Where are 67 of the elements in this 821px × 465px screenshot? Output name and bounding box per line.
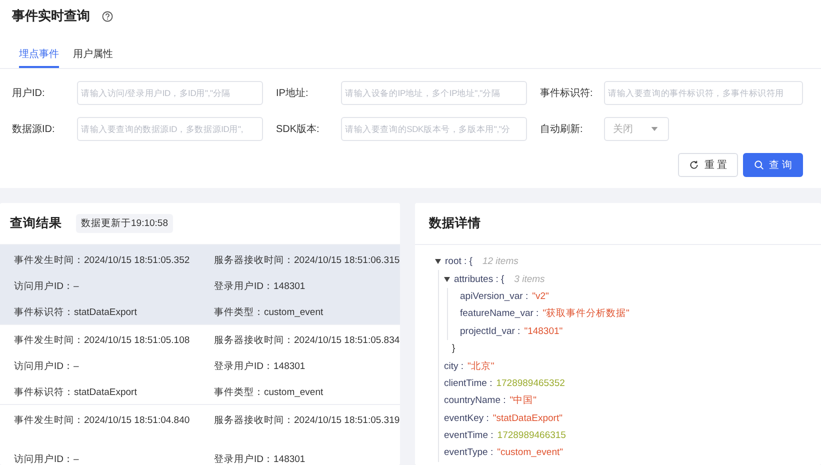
field-label: IP地址: [276, 86, 310, 100]
field-label: 数据源ID: [12, 123, 56, 136]
tab[interactable]: 埋点事件 [19, 47, 59, 68]
field-label: 事件标识符: [540, 86, 594, 100]
item-count: 12 items [482, 256, 518, 268]
record-field: 服务器接收时间：2024/10/15 18:51:05.834 [214, 335, 400, 352]
result-record[interactable]: 事件发生时间：2024/10/15 18:51:05.108 服务器接收时间：2024/10/15 18:51:05.834 访问用户ID：– 登录用户ID：148301 事件标识符：statDataExport 事件类型：custom_event [0, 325, 400, 405]
json-key: eventKey : [444, 412, 489, 424]
record-field: 事件类型：custom_event [214, 387, 400, 404]
json-value: 1728989466315 [497, 430, 566, 442]
record-field: 服务器接收时间：2024/10/15 18:51:06.315 [214, 255, 400, 272]
json-value: "中国" [510, 394, 537, 408]
record-field: 访问用户ID：– [14, 361, 214, 378]
collapse-triangle-icon[interactable] [444, 276, 450, 282]
json-value: "148301" [524, 326, 563, 337]
input-field[interactable]: 请输入设备的IP地址，多个IP地址","分隔 [341, 81, 527, 105]
item-count: 3 items [514, 274, 545, 285]
json-value: "北京" [468, 360, 494, 373]
input-field[interactable]: 请输入要查询的事件标识符，多事件标识符用 [604, 81, 803, 105]
json-value: "custom_event" [497, 447, 564, 458]
json-key: projectId_var : [460, 326, 520, 337]
record-field: 登录用户ID：148301 [214, 361, 400, 378]
json-key: root : { [445, 256, 472, 268]
json-value: "获取事件分析数据" [542, 307, 630, 320]
input-field[interactable]: 请输入访问/登录用户ID，多ID用","分隔 [77, 81, 263, 105]
json-value: "v2" [532, 290, 549, 302]
collapse-triangle-icon[interactable] [435, 259, 441, 264]
field-label: 自动刷新: [540, 122, 584, 136]
refresh-icon [689, 160, 700, 170]
json-value: "statDataExport" [492, 412, 562, 424]
field-label: 用户ID: [12, 86, 46, 100]
help-icon[interactable] [102, 10, 113, 22]
result-record[interactable]: 事件发生时间：2024/10/15 18:51:05.352 服务器接收时间：2024/10/15 18:51:06.315 访问用户ID：– 登录用户ID：148301 事件标识符：statDataExport 事件类型：custom_event [0, 245, 400, 325]
search-icon [754, 160, 764, 170]
record-field: 登录用户ID：148301 [214, 281, 400, 298]
json-key: eventType : [444, 447, 494, 458]
json-key: featureName_var : [460, 308, 539, 320]
card-title: 数据详情 [429, 215, 481, 232]
json-brace: } [452, 343, 456, 354]
record-field: 事件标识符：statDataExport [14, 307, 214, 324]
record-field: 访问用户ID：– [14, 281, 214, 298]
json-key: apiVersion_var : [460, 290, 528, 302]
card-title: 查询结果 [10, 215, 62, 232]
tab[interactable]: 用户属性 [73, 47, 113, 68]
field-label: SDK版本: [276, 122, 320, 136]
json-key: countryName : [444, 395, 506, 406]
record-field: 事件类型：custom_event [214, 307, 400, 324]
json-value: 1728989465352 [496, 378, 565, 389]
record-field: 事件发生时间：2024/10/15 18:51:05.352 [14, 255, 214, 272]
caret-icon [651, 127, 658, 131]
input-field[interactable]: 请输入要查询的SDK版本号，多版本用","分 [341, 117, 527, 141]
query-button[interactable]: 查 询 [743, 153, 803, 177]
json-key: eventTime : [444, 430, 494, 442]
update-time-tag: 数据更新于19:10:58 [76, 214, 173, 233]
reset-button[interactable]: 重 置 [678, 153, 738, 177]
record-field: 事件发生时间：2024/10/15 18:51:04.840 [14, 415, 214, 445]
json-key: clientTime : [444, 378, 492, 389]
record-field: 服务器接收时间：2024/10/15 18:51:05.319 [214, 415, 400, 445]
page-title: 事件实时查询 [12, 7, 90, 25]
record-field: 访问用户ID：– [14, 454, 214, 465]
record-field: 事件标识符：statDataExport [14, 387, 214, 404]
record-field: 登录用户ID：148301 [214, 454, 400, 465]
result-record[interactable]: 事件发生时间：2024/10/15 18:51:04.840 服务器接收时间：2024/10/15 18:51:05.319 访问用户ID：– 登录用户ID：148301 [0, 405, 400, 465]
input-field[interactable]: 请输入要查询的数据源ID，多数据源ID用", [77, 117, 263, 141]
record-field: 事件发生时间：2024/10/15 18:51:05.108 [14, 335, 214, 352]
json-key: attributes : { [454, 274, 504, 285]
json-key: city : [444, 360, 464, 372]
